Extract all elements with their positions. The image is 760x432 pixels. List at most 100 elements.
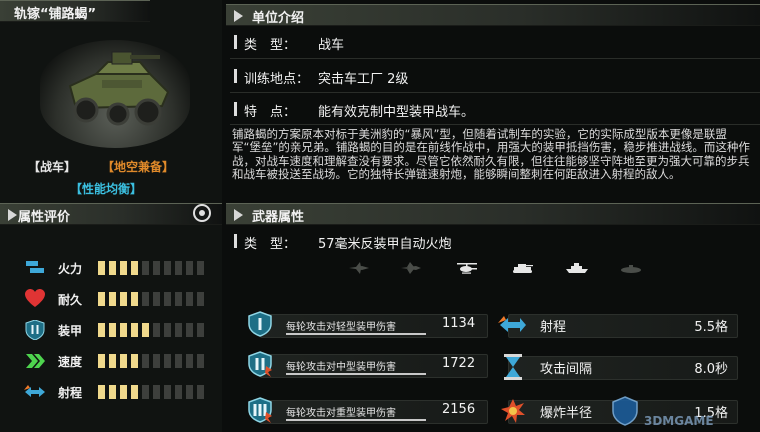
attribute-bar-segment [186, 385, 193, 399]
attribute-bar-segment [175, 323, 182, 337]
range-row: 射程 5.5格 [498, 310, 738, 338]
attribute-row: 装甲 [24, 319, 214, 341]
tag-air-ground: 【地空兼备】 [102, 160, 175, 174]
row-marker [234, 102, 237, 116]
unit-description: 铺路蝎的方案原本对标于美洲豹的“暴风”型，但随着试制车的实验，它的实际成型版本更… [232, 127, 750, 182]
attribute-bar-segment [175, 292, 182, 306]
attack-interval-value: 8.0秒 [694, 362, 728, 377]
damage-light-row: 每轮攻击对轻型装甲伤害 1134 [246, 310, 488, 338]
bomber-target-icon [401, 262, 421, 274]
attribute-bar-segment [142, 261, 149, 275]
firepower-icon [24, 258, 46, 278]
attribute-bar-segment [120, 354, 127, 368]
heavy-armor-icon [248, 397, 272, 423]
attribute-bar-segment [131, 354, 138, 368]
attribute-bar-segment [98, 292, 105, 306]
attribute-bar-segment [142, 323, 149, 337]
chevron-right-icon [8, 209, 17, 221]
attribute-bar-segment [164, 385, 171, 399]
damage-medium-value: 1722 [442, 356, 476, 371]
blast-radius-label: 爆炸半径 [540, 406, 593, 421]
armor-shield-icon [24, 319, 46, 341]
attribute-bar-segment [131, 261, 138, 275]
unit-name: 轨镓“铺路蝎” [14, 7, 97, 22]
attribute-bar-segment [131, 292, 138, 306]
unit-intro-title: 单位介绍 [252, 11, 305, 26]
attribute-row: 耐久 [24, 289, 214, 309]
damage-heavy-row: 每轮攻击对重型装甲伤害 2156 [246, 396, 488, 424]
divider [230, 92, 760, 93]
attribute-bar-segment [142, 385, 149, 399]
train-value: 突击车工厂 2级 [318, 72, 409, 87]
attribute-row: 火力 [24, 258, 214, 278]
range-label: 射程 [540, 320, 567, 335]
attribute-bar-segment [175, 261, 182, 275]
ship-target-icon [566, 263, 588, 273]
attribute-bar-segment [131, 385, 138, 399]
attribute-bar-segment [98, 323, 105, 337]
chevron-right-icon [234, 10, 243, 22]
attribute-bar-segment [142, 354, 149, 368]
weapon-type-value: 57毫米反装甲自动火炮 [318, 237, 452, 252]
attribute-bar-segment [186, 323, 193, 337]
attribute-bar-segment [120, 261, 127, 275]
attribute-row: 速度 [24, 351, 214, 371]
attribute-bar-segment [98, 354, 105, 368]
heart-icon [24, 289, 46, 309]
attribute-label: 装甲 [58, 324, 83, 338]
tag-balanced: 【性能均衡】 [70, 182, 143, 196]
damage-heavy-value: 2156 [442, 402, 476, 417]
type-value: 战车 [318, 38, 345, 53]
tag-vehicle: 【战车】 [28, 160, 77, 174]
attribute-bar-segment [186, 261, 193, 275]
attribute-row: 射程 [24, 382, 214, 402]
attribute-bar-segment [109, 323, 116, 337]
feature-value: 能有效克制中型装甲战车。 [318, 105, 475, 120]
train-label: 训练地点： [244, 72, 310, 87]
attributes-title: 属性评价 [18, 210, 71, 225]
row-marker [234, 35, 237, 49]
damage-heavy-underline [286, 419, 426, 421]
refresh-icon[interactable] [192, 203, 212, 223]
submarine-target-icon [621, 265, 641, 273]
damage-heavy-label: 每轮攻击对重型装甲伤害 [286, 408, 396, 419]
medium-armor-icon [248, 351, 272, 377]
watermark-text: 3DMGAME [644, 414, 714, 428]
attribute-bar-segment [186, 354, 193, 368]
attribute-label: 火力 [58, 262, 83, 276]
attribute-bar-segment [175, 354, 182, 368]
attribute-bar-segment [120, 323, 127, 337]
attribute-bar-segment [197, 385, 204, 399]
attack-interval-label: 攻击间隔 [540, 362, 593, 377]
weapons-title: 武器属性 [252, 210, 305, 225]
attribute-bar-segment [153, 261, 160, 275]
attribute-bar-segment [153, 323, 160, 337]
attribute-bar-segment [153, 354, 160, 368]
attribute-bar-segment [164, 261, 171, 275]
attribute-label: 射程 [58, 386, 83, 400]
attribute-bar-segment [131, 323, 138, 337]
helicopter-target-icon [457, 263, 477, 274]
damage-light-value: 1134 [442, 316, 476, 331]
feature-label: 特 点： [244, 105, 297, 120]
attribute-bar-segment [197, 261, 204, 275]
range-arrow-icon [24, 382, 46, 402]
unit-intro-header: 单位介绍 [226, 4, 760, 26]
fighter-jet-target-icon [349, 262, 369, 274]
attribute-bar-segment [98, 261, 105, 275]
row-marker [234, 69, 237, 83]
attribute-bar-segment [197, 354, 204, 368]
divider [230, 124, 760, 125]
attack-interval-row: 攻击间隔 8.0秒 [498, 352, 738, 380]
speed-chevron-icon [24, 351, 46, 371]
range-value: 5.5格 [694, 320, 728, 335]
attribute-bar-segment [98, 385, 105, 399]
divider [230, 58, 760, 59]
explosion-icon [501, 399, 525, 423]
attribute-bar-segment [197, 323, 204, 337]
attribute-bar-segment [153, 292, 160, 306]
attribute-bar-segment [109, 385, 116, 399]
range-icon [498, 316, 526, 332]
attribute-bar-segment [197, 292, 204, 306]
attribute-bar-segment [164, 323, 171, 337]
